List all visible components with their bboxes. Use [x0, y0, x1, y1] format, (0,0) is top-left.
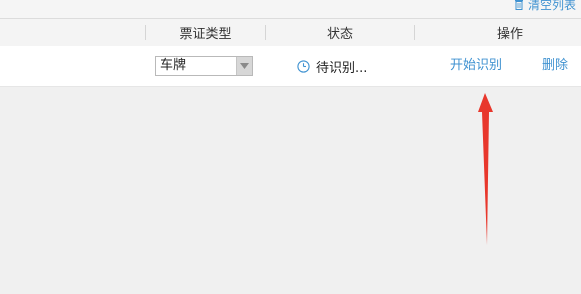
dropdown-arrow-icon	[240, 63, 249, 69]
clock-icon	[297, 59, 310, 73]
delete-link[interactable]: 删除	[542, 57, 568, 75]
table-header: 票证类型 状态 操作	[0, 18, 581, 47]
status-text: 待识别...	[316, 60, 368, 76]
top-toolbar: 清空列表	[0, 0, 581, 18]
header-actions: 操作	[496, 27, 523, 42]
ticket-type-select[interactable]: 车牌	[155, 56, 253, 76]
table-row: 车牌 待识别... 开始识别 删除	[0, 46, 581, 87]
clear-list-button[interactable]: 清空列表	[514, 0, 576, 12]
recognition-page: 清空列表 票证类型 状态 操作 车牌 待识别... 开始识别 删除	[0, 0, 581, 294]
ticket-type-value: 车牌	[160, 58, 187, 73]
dropdown-button[interactable]	[236, 57, 252, 75]
header-status: 状态	[326, 27, 353, 42]
status-cell: 待识别...	[297, 57, 368, 76]
clear-list-label: 清空列表	[528, 0, 577, 12]
start-recognition-link[interactable]: 开始识别	[450, 57, 502, 75]
header-ticket-type: 票证类型	[179, 27, 232, 42]
trash-icon	[514, 0, 524, 10]
